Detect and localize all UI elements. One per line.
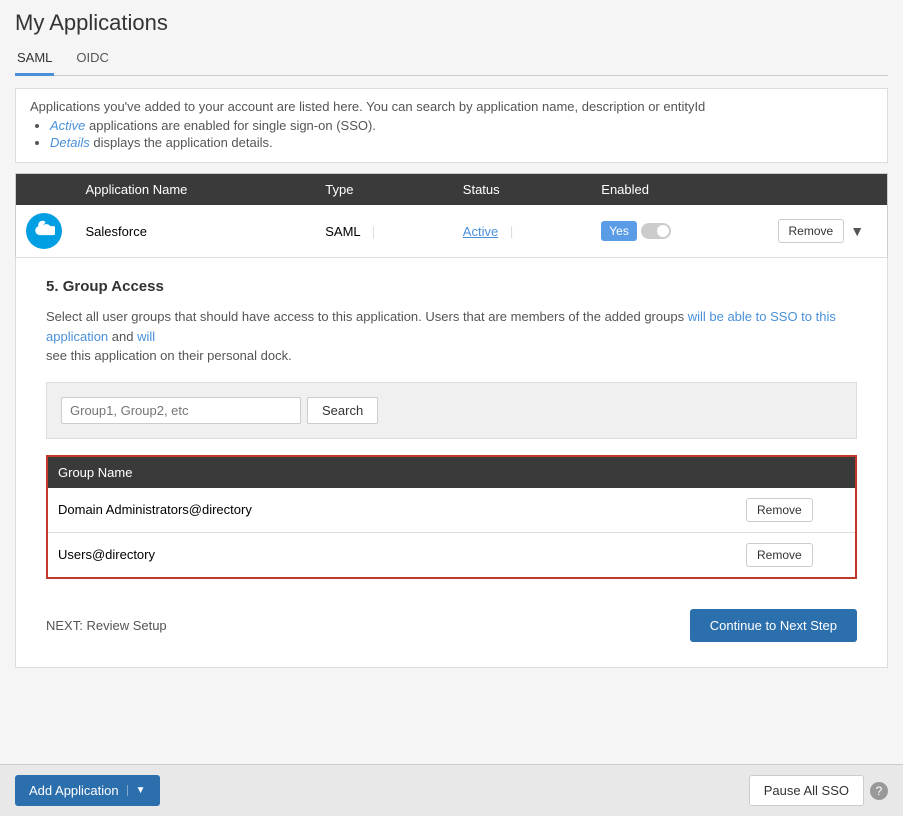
info-box: Applications you've added to your accoun… — [15, 88, 888, 163]
group-action-2: Remove — [736, 532, 856, 578]
desc-link-2[interactable]: will — [137, 329, 155, 344]
col-status: Status — [453, 174, 592, 206]
pause-sso-button[interactable]: Pause All SSO — [749, 775, 864, 806]
col-type: Type — [315, 174, 453, 206]
col-enabled: Enabled — [591, 174, 767, 206]
section-title: 5. Group Access — [46, 278, 857, 295]
info-text-1: Applications you've added to your accoun… — [30, 99, 705, 114]
applications-table: Application Name Type Status Enabled — [15, 173, 888, 258]
toggle-bar[interactable] — [641, 223, 671, 239]
next-step-bar: NEXT: Review Setup Continue to Next Step — [46, 599, 857, 647]
group-table: Group Name Domain Administrators@directo… — [46, 455, 857, 579]
app-enabled: Yes — [591, 205, 767, 258]
desc-text-1: Select all user groups that should have … — [46, 309, 684, 324]
salesforce-icon — [26, 213, 62, 249]
add-application-button[interactable]: Add Application ▼ — [15, 775, 160, 806]
bullet-active-label: Active — [50, 118, 85, 133]
footer-right: Pause All SSO ? — [749, 775, 888, 806]
col-group-name: Group Name — [47, 456, 736, 488]
info-bullets: Active applications are enabled for sing… — [50, 118, 873, 150]
search-group: Search — [46, 382, 857, 439]
bullet-details-label: Details — [50, 135, 90, 150]
remove-group-2-button[interactable]: Remove — [746, 543, 813, 567]
app-actions: Remove ▼ — [768, 205, 888, 258]
add-application-label: Add Application — [29, 783, 119, 798]
col-app-name: Application Name — [76, 174, 316, 206]
app-status[interactable]: Active | — [453, 205, 592, 258]
page-title: My Applications — [15, 10, 888, 36]
group-action-1: Remove — [736, 488, 856, 533]
app-name: Salesforce — [76, 205, 316, 258]
tabs-bar: SAML OIDC — [15, 44, 888, 76]
app-icon-cell — [16, 205, 76, 258]
detail-description: Select all user groups that should have … — [46, 307, 857, 366]
col-icon — [16, 174, 76, 206]
toggle-yes-label: Yes — [601, 221, 637, 241]
info-line-1: Applications you've added to your accoun… — [30, 99, 873, 114]
bullet-details: Details displays the application details… — [50, 135, 873, 150]
bullet-details-text: displays the application details. — [93, 135, 272, 150]
bullet-active-text: applications are enabled for single sign… — [89, 118, 376, 133]
table-header-row: Application Name Type Status Enabled — [16, 174, 888, 206]
detail-panel: 5. Group Access Select all user groups t… — [15, 258, 888, 668]
desc-text-3: see this application on their personal d… — [46, 348, 292, 363]
add-application-caret-icon[interactable]: ▼ — [127, 785, 146, 796]
group-row-1: Domain Administrators@directory Remove — [47, 488, 856, 533]
group-name-2: Users@directory — [47, 532, 736, 578]
group-table-header-row: Group Name — [47, 456, 856, 488]
toggle-wrap: Yes — [601, 221, 757, 241]
expand-chevron-icon[interactable]: ▼ — [850, 223, 864, 239]
next-step-label: NEXT: Review Setup — [46, 618, 167, 633]
help-icon[interactable]: ? — [870, 782, 888, 800]
col-actions — [768, 174, 888, 206]
bullet-active: Active applications are enabled for sing… — [50, 118, 873, 133]
group-row-2: Users@directory Remove — [47, 532, 856, 578]
table-row: Salesforce SAML | Active | Yes — [16, 205, 888, 258]
desc-text-2: and — [112, 329, 137, 344]
continue-button[interactable]: Continue to Next Step — [690, 609, 857, 642]
remove-app-button[interactable]: Remove — [778, 219, 845, 243]
status-active[interactable]: Active — [463, 224, 498, 239]
tab-oidc[interactable]: OIDC — [74, 44, 111, 76]
search-button[interactable]: Search — [307, 397, 378, 424]
group-search-input[interactable] — [61, 397, 301, 424]
col-group-action — [736, 456, 856, 488]
group-name-1: Domain Administrators@directory — [47, 488, 736, 533]
app-type: SAML | — [315, 205, 453, 258]
tab-saml[interactable]: SAML — [15, 44, 54, 76]
remove-group-1-button[interactable]: Remove — [746, 498, 813, 522]
footer-bar: Add Application ▼ Pause All SSO ? — [0, 764, 903, 816]
